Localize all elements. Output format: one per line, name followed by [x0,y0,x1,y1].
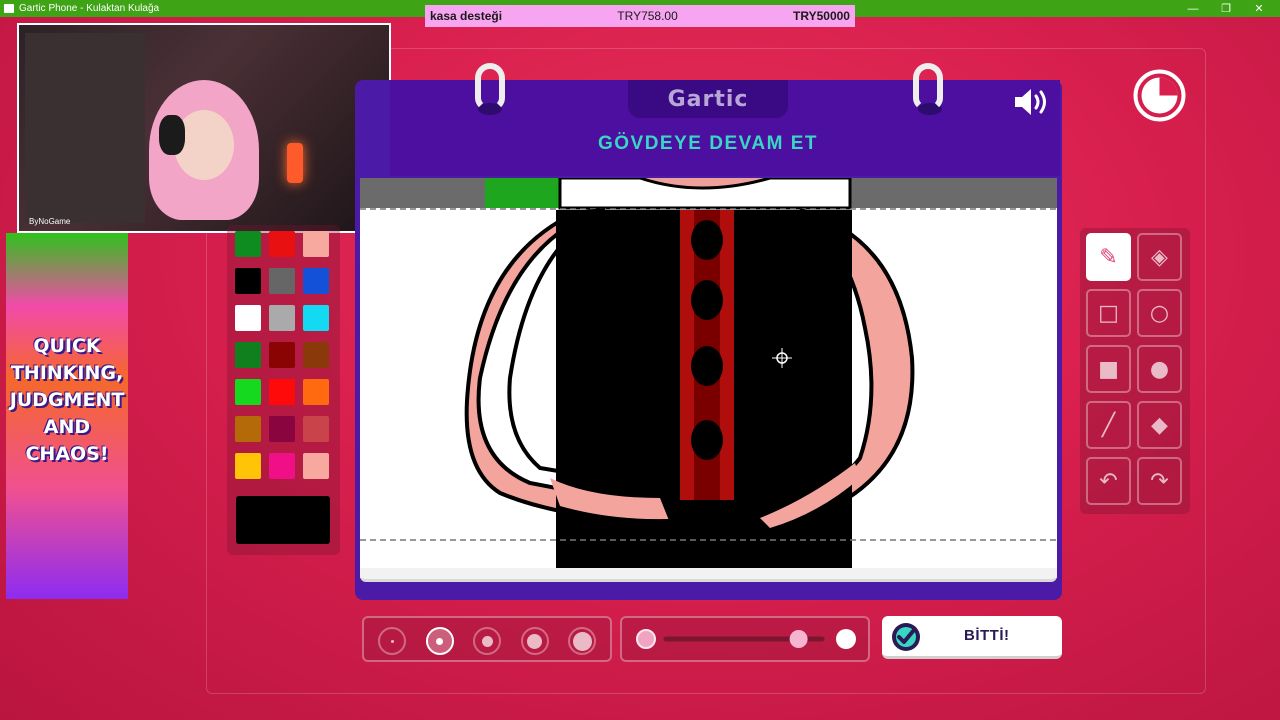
color-swatch[interactable] [269,453,295,479]
brush-size-dot [481,635,493,647]
color-swatch[interactable] [303,268,329,294]
checkmark-icon [892,623,920,651]
close-button[interactable]: ✕ [1244,0,1274,17]
logo-tab: Gartic [628,80,788,118]
undo-icon: ↶ [1099,468,1118,494]
paper-edge [360,568,1057,582]
redo-tool-button[interactable]: ↷ [1137,457,1182,505]
rectangle-filled-tool-button[interactable]: ■ [1086,345,1131,393]
line-tool-button[interactable]: ╱ [1086,401,1131,449]
brush-size-option[interactable] [378,627,406,655]
donation-label: kasa desteği [430,9,503,23]
brush-size-option[interactable] [425,627,454,655]
donation-goal-bar: kasa desteği TRY758.00 TRY50000 [425,5,855,27]
color-swatch[interactable] [235,379,261,405]
brush-size-selector [362,616,612,662]
redo-icon: ↷ [1150,468,1169,494]
donation-goal: TRY50000 [793,9,850,23]
brush-size-dot [390,639,394,643]
fill-bucket-icon: ◆ [1151,412,1168,438]
ad-line: THINKING, [10,362,124,384]
brush-size-dot [572,631,592,651]
circle-outline-tool-button[interactable]: ○ [1137,289,1182,337]
color-swatch[interactable] [235,416,261,442]
opacity-track [636,629,856,649]
color-swatch[interactable] [235,342,261,368]
color-swatch[interactable] [269,416,295,442]
color-swatch[interactable] [303,416,329,442]
circle-outline-icon: ○ [1149,300,1170,326]
rectangle-outline-icon: □ [1098,300,1119,326]
speaker-icon[interactable] [1012,86,1052,118]
brush-size-option[interactable] [520,627,549,655]
eraser-icon: ◈ [1151,244,1168,270]
opacity-slider[interactable] [620,616,870,662]
ad-text: QUICK THINKING, JUDGMENT AND CHAOS! [6,333,128,468]
rectangle-outline-tool-button[interactable]: □ [1086,289,1131,337]
ad-banner[interactable]: QUICK THINKING, JUDGMENT AND CHAOS! [6,233,128,599]
app-icon [4,4,14,13]
pencil-tool-button[interactable]: ✎ [1086,233,1131,281]
undo-tool-button[interactable]: ↶ [1086,457,1131,505]
drawing-canvas[interactable] [360,178,1057,578]
binder-ring-icon [475,63,505,111]
circle-filled-icon: ● [1149,356,1170,382]
pencil-icon: ✎ [1099,244,1118,270]
eraser-tool-button[interactable]: ◈ [1137,233,1182,281]
webcam-tag: ByNoGame [29,217,71,226]
color-palette [227,225,340,555]
restore-button[interactable]: ❐ [1211,0,1241,17]
circle-filled-tool-button[interactable]: ● [1137,345,1182,393]
current-color-preview [236,496,330,544]
color-swatch[interactable] [269,231,295,257]
brush-size-option[interactable] [568,627,596,655]
color-swatch[interactable] [303,379,329,405]
color-swatch[interactable] [235,305,261,331]
rectangle-filled-icon: ■ [1098,356,1119,382]
webcam-lamp [287,143,303,183]
ad-line: JUDGMENT [9,389,125,411]
ad-line: QUICK [33,335,101,357]
color-swatch[interactable] [269,342,295,368]
brush-size-dot [436,637,443,645]
donation-current: TRY758.00 [617,9,678,23]
brush-size-option[interactable] [473,627,501,655]
done-button[interactable]: BİTTİ! [882,616,1062,659]
gartic-logo: Gartic [667,86,749,112]
color-swatch[interactable] [303,231,329,257]
color-swatch[interactable] [269,379,295,405]
prompt-title: GÖVDEYE DEVAM ET [597,133,818,154]
minimize-button[interactable]: — [1178,0,1208,17]
color-swatch[interactable] [269,268,295,294]
binder-ring-icon [913,63,943,111]
color-swatch[interactable] [235,453,261,479]
line-icon: ╱ [1101,412,1116,438]
color-swatch[interactable] [303,453,329,479]
color-swatch[interactable] [235,231,261,257]
ad-line: CHAOS! [25,443,109,465]
done-label: BİTTİ! [964,627,1010,644]
window-title: Gartic Phone - Kulaktan Kulağa [19,3,160,14]
webcam-poster [25,33,145,223]
ad-line: AND [43,416,91,438]
webcam-overlay: ByNoGame [17,23,391,233]
tool-panel: ✎ ◈ □ ○ ■ ● ╱ ◆ ↶ ↷ [1080,228,1190,514]
brush-size-dot [527,633,542,649]
color-swatch[interactable] [269,305,295,331]
timer-icon [1133,69,1186,122]
color-swatch[interactable] [303,342,329,368]
color-swatch[interactable] [235,268,261,294]
headset-icon [159,115,185,155]
fill-bucket-tool-button[interactable]: ◆ [1137,401,1182,449]
drawing-artwork [360,178,1057,570]
color-swatch[interactable] [303,305,329,331]
